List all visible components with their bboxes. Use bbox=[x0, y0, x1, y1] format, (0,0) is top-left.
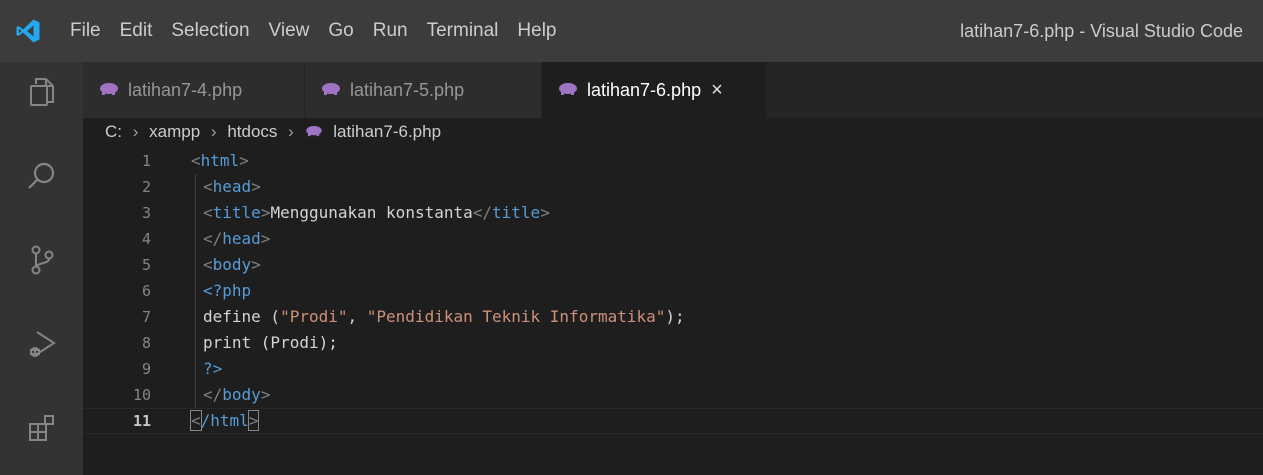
indent-guide bbox=[195, 278, 196, 304]
activity-bar bbox=[0, 62, 83, 475]
explorer-icon[interactable] bbox=[0, 62, 83, 122]
menu-help[interactable]: Help bbox=[517, 20, 556, 42]
window-title: latihan7-6.php - Visual Studio Code bbox=[960, 21, 1243, 41]
tab-label: latihan7-5.php bbox=[350, 79, 465, 100]
menu-run[interactable]: Run bbox=[373, 20, 408, 42]
code-line: 7 define ("Prodi", "Pendidikan Teknik In… bbox=[83, 304, 1263, 330]
code-text: define ("Prodi", "Pendidikan Teknik Info… bbox=[203, 307, 685, 326]
code-line: 6 <?php bbox=[83, 278, 1263, 304]
line-number: 8 bbox=[141, 334, 151, 352]
code-text: <head> bbox=[203, 177, 261, 196]
code-line-current: 11 </html> bbox=[83, 408, 1263, 434]
indent-guide bbox=[195, 304, 196, 330]
menu-bar: File Edit Selection View Go Run Terminal… bbox=[70, 0, 576, 62]
breadcrumb-item[interactable]: C: bbox=[105, 118, 122, 146]
menu-go[interactable]: Go bbox=[328, 20, 353, 42]
breadcrumb-separator: › bbox=[210, 122, 217, 141]
breadcrumb-item[interactable]: latihan7-6.php bbox=[333, 118, 441, 146]
code-line: 4 </head> bbox=[83, 226, 1263, 252]
breadcrumb-item[interactable]: xampp bbox=[149, 118, 200, 146]
code-text: <title>Menggunakan konstanta</title> bbox=[203, 203, 550, 222]
code-text: <?php bbox=[203, 281, 252, 300]
indent-guide bbox=[195, 226, 196, 252]
code-line: 5 <body> bbox=[83, 252, 1263, 278]
line-number: 2 bbox=[141, 178, 151, 196]
tab-latihan7-5[interactable]: latihan7-5.php bbox=[305, 62, 542, 118]
line-number: 9 bbox=[141, 360, 151, 378]
line-number: 3 bbox=[141, 204, 151, 222]
extensions-icon[interactable] bbox=[0, 398, 83, 458]
editor-tab-bar: latihan7-4.php latihan7-5.php latihan7-6… bbox=[83, 62, 1263, 118]
line-number: 1 bbox=[141, 152, 151, 170]
source-control-icon[interactable] bbox=[0, 230, 83, 290]
code-text: </body> bbox=[203, 385, 271, 404]
code-area[interactable]: 1 <html> 2 <head> 3 <title>Menggunakan k… bbox=[83, 148, 1263, 434]
vscode-logo-icon[interactable] bbox=[0, 0, 55, 62]
menu-terminal[interactable]: Terminal bbox=[427, 20, 499, 42]
code-line: 8 print (Prodi); bbox=[83, 330, 1263, 356]
code-line: 9 ?> bbox=[83, 356, 1263, 382]
line-number: 10 bbox=[132, 386, 151, 404]
breadcrumb-separator: › bbox=[132, 122, 139, 141]
menu-edit[interactable]: Edit bbox=[120, 20, 153, 42]
code-line: 10 </body> bbox=[83, 382, 1263, 408]
indent-guide bbox=[195, 252, 196, 278]
indent-guide bbox=[195, 330, 196, 356]
bracket-match: < bbox=[190, 410, 202, 431]
breadcrumb-item[interactable]: htdocs bbox=[227, 118, 277, 146]
code-line: 3 <title>Menggunakan konstanta</title> bbox=[83, 200, 1263, 226]
indent-guide bbox=[195, 356, 196, 382]
current-line-highlight bbox=[83, 408, 1263, 434]
line-number: 11 bbox=[132, 412, 151, 430]
indent-guide bbox=[195, 174, 196, 200]
line-number: 5 bbox=[141, 256, 151, 274]
line-number: 4 bbox=[141, 230, 151, 248]
php-elephant-icon bbox=[99, 80, 119, 101]
code-text: </head> bbox=[203, 229, 271, 248]
code-text: ?> bbox=[203, 359, 223, 378]
indent-guide bbox=[195, 200, 196, 226]
code-line: 1 <html> bbox=[83, 148, 1263, 174]
php-elephant-icon bbox=[558, 80, 578, 101]
breadcrumb: C: › xampp › htdocs › latihan7-6.php bbox=[105, 118, 441, 146]
line-number: 6 bbox=[141, 282, 151, 300]
php-elephant-icon bbox=[305, 118, 323, 146]
tab-label: latihan7-6.php bbox=[587, 79, 702, 100]
editor-pane[interactable]: C: › xampp › htdocs › latihan7-6.php 1 <… bbox=[83, 118, 1263, 475]
code-text: <html> bbox=[191, 151, 249, 170]
tab-label: latihan7-4.php bbox=[128, 79, 243, 100]
code-text: print (Prodi); bbox=[203, 333, 338, 352]
indent-guide bbox=[195, 382, 196, 408]
php-elephant-icon bbox=[321, 80, 341, 101]
tab-latihan7-6[interactable]: latihan7-6.php × bbox=[542, 62, 766, 118]
breadcrumb-separator: › bbox=[288, 122, 294, 141]
code-line: 2 <head> bbox=[83, 174, 1263, 200]
search-icon[interactable] bbox=[0, 146, 83, 206]
line-number: 7 bbox=[141, 308, 151, 326]
menu-view[interactable]: View bbox=[269, 20, 310, 42]
title-bar: File Edit Selection View Go Run Terminal… bbox=[0, 0, 1263, 62]
run-debug-icon[interactable] bbox=[0, 314, 83, 374]
code-text: <body> bbox=[203, 255, 261, 274]
bracket-match: > bbox=[247, 410, 260, 431]
menu-file[interactable]: File bbox=[70, 20, 101, 42]
close-icon[interactable]: × bbox=[711, 79, 723, 102]
tab-latihan7-4[interactable]: latihan7-4.php bbox=[83, 62, 305, 118]
code-text: </html> bbox=[190, 410, 260, 431]
menu-selection[interactable]: Selection bbox=[171, 20, 249, 42]
